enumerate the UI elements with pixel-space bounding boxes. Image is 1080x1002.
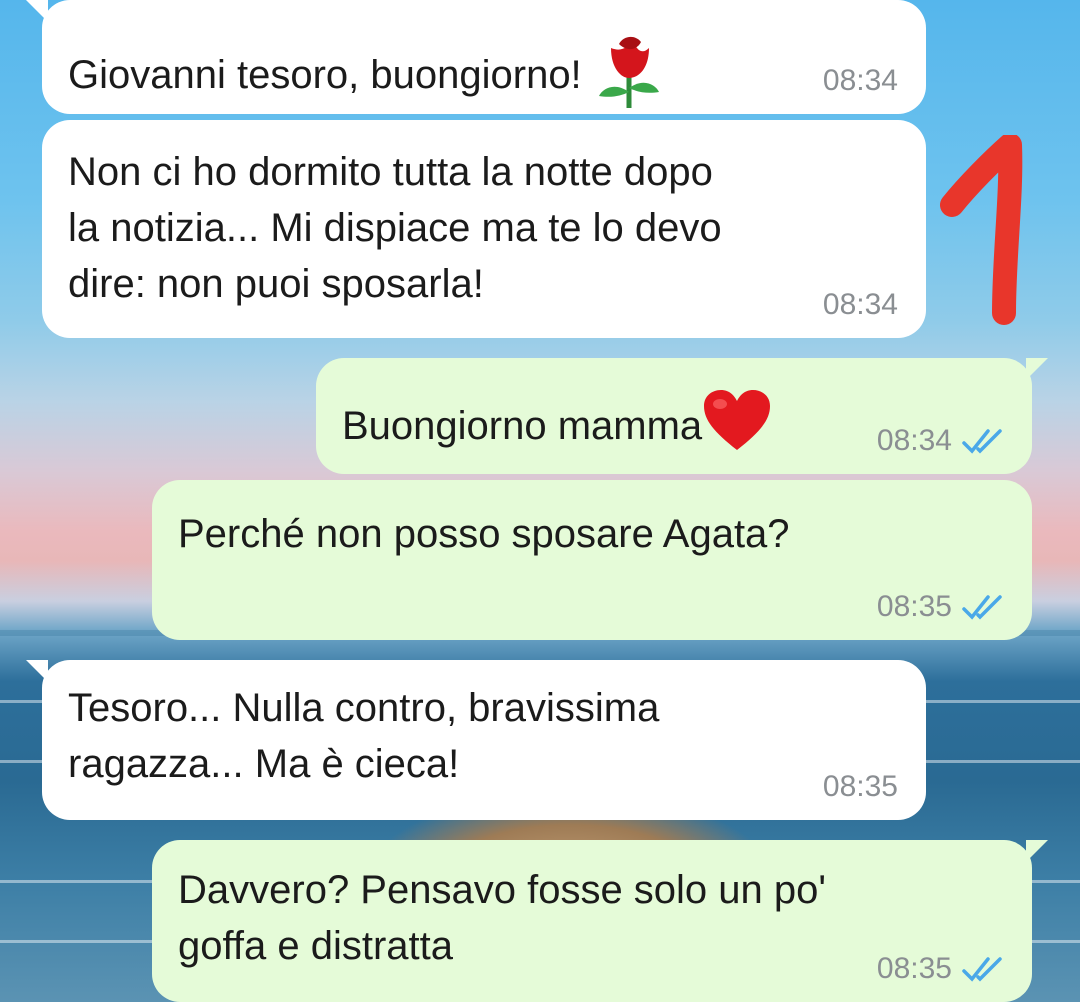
annotation-number-one [940, 135, 1023, 325]
message-bubble-incoming[interactable]: Non ci ho dormito tutta la notte dopo la… [42, 120, 926, 338]
message-text: Perché non posso sposare Agata? [178, 512, 790, 556]
message-text-line: ragazza... Ma è cieca! [68, 742, 460, 786]
message-bubble-outgoing[interactable]: Perché non posso sposare Agata? 08:35 [152, 480, 1032, 640]
message-text-line: Tesoro... Nulla contro, bravissima [68, 686, 660, 730]
message-timestamp: 08:34 [822, 64, 898, 97]
message-bubble-outgoing[interactable]: Davvero? Pensavo fosse solo un po' goffa… [152, 840, 1048, 1002]
message-timestamp: 08:35 [877, 952, 1004, 986]
message-text-line: la notizia... Mi dispiace ma te lo devo [68, 206, 722, 250]
bubble-tail [26, 660, 48, 682]
read-receipt-icon [962, 429, 1002, 454]
message-text-line: Davvero? Pensavo fosse solo un po' [178, 868, 827, 912]
message-text-line: Non ci ho dormito tutta la notte dopo [68, 150, 713, 194]
message-text: Giovanni tesoro, buongiorno! [68, 53, 582, 98]
message-timestamp: 08:34 [877, 424, 1004, 458]
bubble-tail [26, 0, 48, 22]
read-receipt-icon [962, 595, 1002, 620]
message-bubble-outgoing[interactable]: Buongiorno mamma 08:34 [316, 358, 1048, 474]
bubble-tail [1026, 840, 1048, 862]
message-text-line: dire: non puoi sposarla! [68, 262, 484, 306]
message-bubble-incoming[interactable]: Giovanni tesoro, buongiorno! 08:34 [26, 0, 926, 114]
message-bubble-incoming[interactable]: Tesoro... Nulla contro, bravissima ragaz… [26, 660, 926, 820]
rose-icon [593, 30, 665, 125]
message-timestamp: 08:35 [877, 590, 1004, 624]
bubble-tail [1026, 358, 1048, 380]
message-text: Buongiorno mamma [342, 404, 703, 449]
read-receipt-icon [962, 957, 1002, 982]
red-heart-icon [702, 388, 772, 469]
message-timestamp: 08:34 [822, 288, 898, 321]
message-timestamp: 08:35 [822, 770, 898, 803]
